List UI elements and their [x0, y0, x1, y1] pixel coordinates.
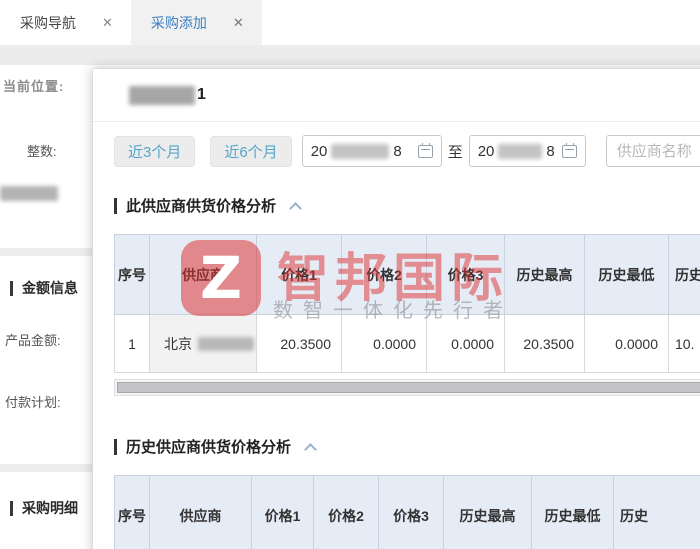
payment-plan-label: 付款计划: [5, 392, 61, 411]
col-header-price3: 价格3 [379, 476, 444, 549]
screen: 采购导航 ✕ 采购添加 ✕ 当前位置: 整数: 金额信息 产品金额: 付款计划:… [0, 0, 700, 549]
cell-index: 1 [115, 315, 150, 373]
date-from-input[interactable]: 20 8 [302, 135, 442, 167]
section-bar [10, 501, 13, 516]
current-supplier-analysis-title: 此供应商供货价格分析 [126, 195, 276, 216]
cell-price1: 20.3500 [257, 315, 342, 373]
table-header-row: 序号 供应商 价格1 价格2 价格3 历史最高 历史最低 历史 [115, 476, 700, 549]
date-from-prefix: 20 [311, 143, 328, 160]
cell-hist-extra: 10. [669, 315, 700, 373]
col-header-hist-high: 历史最高 [444, 476, 532, 549]
col-header-price1: 价格1 [252, 476, 314, 549]
dialog-title-bar: 1 [93, 69, 700, 122]
supplier-price-analysis-dialog: 1 近3个月 近6个月 20 8 至 20 8 此供应商供货价格分析 [92, 68, 700, 549]
last-6-months-button[interactable]: 近6个月 [210, 136, 291, 167]
amount-info-section-header: 金额信息 [10, 278, 78, 298]
date-to-prefix: 20 [478, 143, 495, 160]
redacted-text [0, 186, 58, 201]
last-3-months-button[interactable]: 近3个月 [114, 136, 195, 167]
tab-bar: 采购导航 ✕ 采购添加 ✕ [0, 0, 700, 45]
calendar-icon[interactable] [562, 145, 577, 158]
tab-purchase-add-label: 采购添加 [151, 13, 207, 33]
redacted-title-text [129, 86, 195, 105]
amount-info-title: 金额信息 [22, 278, 78, 298]
horizontal-scrollbar[interactable] [114, 379, 700, 396]
supplier-name-visible: 北京 [164, 334, 192, 354]
current-supplier-analysis-header: 此供应商供货价格分析 [114, 195, 700, 216]
filter-row: 近3个月 近6个月 20 8 至 20 8 [114, 135, 700, 167]
col-header-price1: 价格1 [257, 235, 342, 315]
divider [0, 464, 92, 472]
col-header-hist-low: 历史最低 [532, 476, 614, 549]
date-from-suffix: 8 [393, 143, 401, 160]
date-range-to-label: 至 [448, 141, 463, 162]
section-bar [114, 198, 117, 214]
table-row[interactable]: 1 北京 20.3500 0.0000 0.0000 20.3500 0.000… [115, 315, 700, 373]
history-supplier-price-table: 序号 供应商 价格1 价格2 价格3 历史最高 历史最低 历史 [114, 475, 700, 549]
col-header-price3: 价格3 [427, 235, 505, 315]
close-icon[interactable]: ✕ [233, 15, 244, 31]
cell-price2: 0.0000 [342, 315, 427, 373]
redacted-date [498, 144, 542, 159]
scrollbar-thumb[interactable] [117, 382, 700, 393]
col-header-hist-high: 历史最高 [505, 235, 585, 315]
date-to-input[interactable]: 20 8 [469, 135, 586, 167]
purchase-detail-section-header: 采购明细 [10, 498, 78, 518]
chevron-up-icon[interactable] [304, 443, 317, 456]
cell-hist-high: 20.3500 [505, 315, 585, 373]
date-to-suffix: 8 [546, 143, 554, 160]
cell-supplier: 北京 [150, 315, 257, 373]
tab-purchase-nav-label: 采购导航 [20, 13, 76, 33]
product-amount-label: 产品金额: [5, 330, 61, 349]
supplier-name-input[interactable] [606, 135, 700, 167]
cell-price3: 0.0000 [427, 315, 505, 373]
col-header-hist-extra: 历史 [669, 235, 700, 315]
col-header-supplier: 供应商 [150, 476, 252, 549]
toolbar-strip [0, 45, 700, 67]
purchase-detail-title: 采购明细 [22, 498, 78, 518]
col-header-index: 序号 [115, 235, 150, 315]
history-supplier-analysis-header: 历史供应商供货价格分析 [114, 436, 700, 457]
tab-purchase-nav[interactable]: 采购导航 ✕ [0, 0, 131, 45]
divider [0, 248, 92, 256]
section-bar [114, 439, 117, 455]
tab-purchase-add[interactable]: 采购添加 ✕ [131, 0, 262, 45]
col-header-supplier: 供应商 [150, 235, 257, 315]
section-bar [10, 281, 13, 296]
history-supplier-analysis-title: 历史供应商供货价格分析 [126, 436, 291, 457]
table-header-row: 序号 供应商 价格1 价格2 价格3 历史最高 历史最低 历史 [115, 235, 700, 315]
current-location-label: 当前位置: [3, 76, 64, 95]
col-header-index: 序号 [115, 476, 150, 549]
col-header-price2: 价格2 [342, 235, 427, 315]
cell-hist-low: 0.0000 [585, 315, 669, 373]
integer-label: 整数: [27, 141, 57, 160]
current-supplier-price-table: 序号 供应商 价格1 价格2 价格3 历史最高 历史最低 历史 1 北京 [114, 234, 700, 373]
close-icon[interactable]: ✕ [102, 15, 113, 31]
col-header-hist-low: 历史最低 [585, 235, 669, 315]
col-header-price2: 价格2 [314, 476, 379, 549]
chevron-up-icon[interactable] [289, 202, 302, 215]
redacted-date [331, 144, 389, 159]
calendar-icon[interactable] [418, 145, 433, 158]
dialog-title-number: 1 [197, 86, 206, 104]
redacted-supplier-name [198, 337, 254, 351]
col-header-hist-extra: 历史 [614, 476, 700, 549]
